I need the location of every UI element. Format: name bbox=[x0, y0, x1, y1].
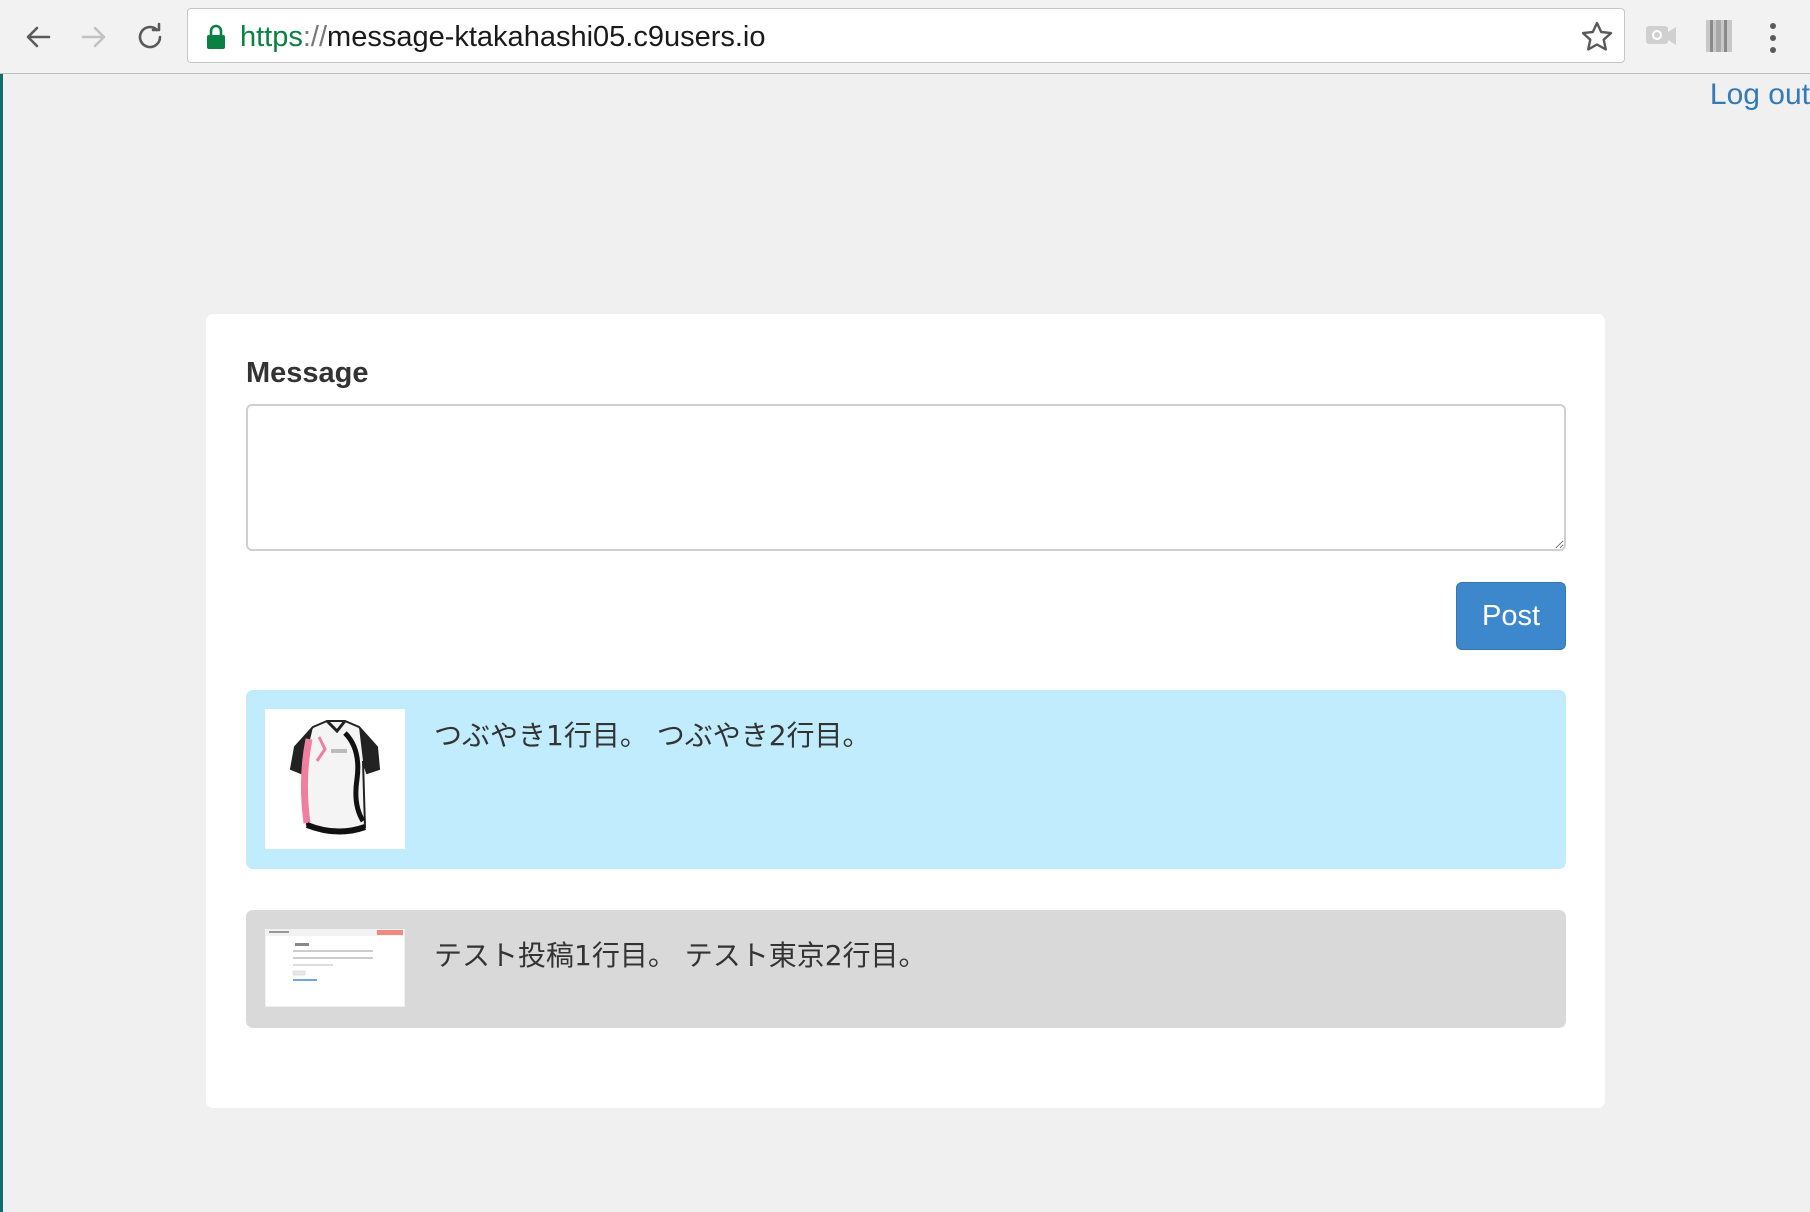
extension-barcode-icon[interactable] bbox=[1704, 18, 1734, 54]
browser-toolbar: https://message-ktakahashi05.c9users.io bbox=[0, 0, 1810, 74]
post-text: テスト投稿1行目。 テスト東京2行目。 bbox=[434, 939, 927, 972]
left-window-edge bbox=[0, 0, 3, 1212]
reload-icon bbox=[138, 22, 162, 49]
message-textarea[interactable] bbox=[246, 404, 1566, 551]
forward-arrow-icon bbox=[81, 26, 106, 48]
post-item: テスト投稿1行目。 テスト東京2行目。 bbox=[246, 910, 1566, 1028]
message-label: Message bbox=[246, 357, 369, 389]
post-button[interactable]: Post bbox=[1456, 582, 1566, 650]
message-card: Message Post つぶやき1行目。 つぶやき2行目。 テスト投稿1行目。… bbox=[206, 314, 1605, 1108]
url-separator: :// bbox=[302, 21, 328, 53]
url-scheme: https bbox=[240, 21, 303, 53]
post-thumbnail bbox=[265, 709, 405, 849]
post-item: つぶやき1行目。 つぶやき2行目。 bbox=[246, 690, 1566, 869]
browser-menu-icon[interactable] bbox=[1760, 18, 1786, 58]
url-host: message-ktakahashi05.c9users.io bbox=[327, 21, 766, 53]
logout-link[interactable]: Log out bbox=[1710, 78, 1810, 112]
bookmark-star-icon[interactable] bbox=[1580, 20, 1614, 54]
jersey-image bbox=[289, 719, 381, 835]
forward-button[interactable] bbox=[70, 14, 118, 60]
lock-icon bbox=[207, 24, 225, 49]
url-text: https://message-ktakahashi05.c9users.io bbox=[240, 20, 766, 54]
extension-chat-icon[interactable] bbox=[1644, 20, 1678, 54]
reload-button[interactable] bbox=[126, 14, 174, 60]
screenshot-image bbox=[265, 929, 405, 1007]
post-text: つぶやき1行目。 つぶやき2行目。 bbox=[434, 719, 871, 752]
post-thumbnail bbox=[265, 929, 405, 1007]
back-button[interactable] bbox=[14, 14, 62, 60]
address-bar[interactable]: https://message-ktakahashi05.c9users.io bbox=[187, 8, 1625, 63]
back-arrow-icon bbox=[26, 26, 51, 48]
